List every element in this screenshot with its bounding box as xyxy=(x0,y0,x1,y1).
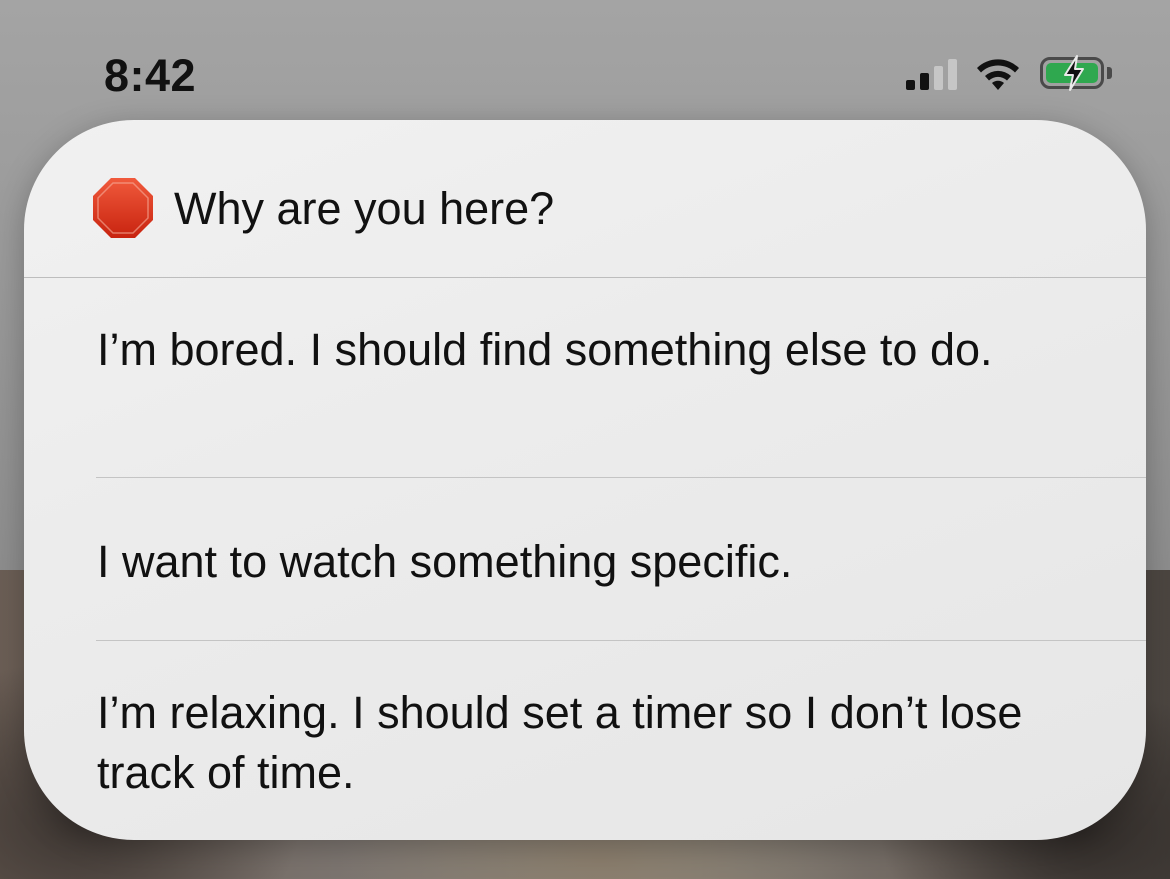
option-divider xyxy=(96,640,1146,641)
status-time: 8:42 xyxy=(104,50,197,101)
card-header: Why are you here? xyxy=(24,120,1146,277)
stop-sign-icon xyxy=(93,178,153,238)
signal-bar xyxy=(906,80,915,90)
option-relaxing[interactable]: I’m relaxing. I should set a timer so I … xyxy=(24,683,1146,803)
why-are-you-here-card: Why are you here? I’m bored. I should fi… xyxy=(24,120,1146,840)
signal-bar xyxy=(934,66,943,90)
status-bar: 8:42 xyxy=(0,0,1170,120)
signal-bar xyxy=(948,59,957,90)
signal-bar xyxy=(920,73,929,90)
option-bored[interactable]: I’m bored. I should find something else … xyxy=(24,320,1146,380)
option-watch-specific[interactable]: I want to watch something specific. xyxy=(24,532,1146,592)
cellular-signal-icon xyxy=(906,58,960,90)
card-title: Why are you here? xyxy=(174,183,555,234)
wifi-icon xyxy=(977,59,1019,90)
charging-bolt-icon xyxy=(1064,55,1084,91)
header-divider xyxy=(24,277,1146,278)
battery-nub xyxy=(1107,67,1112,79)
option-divider xyxy=(96,477,1146,478)
